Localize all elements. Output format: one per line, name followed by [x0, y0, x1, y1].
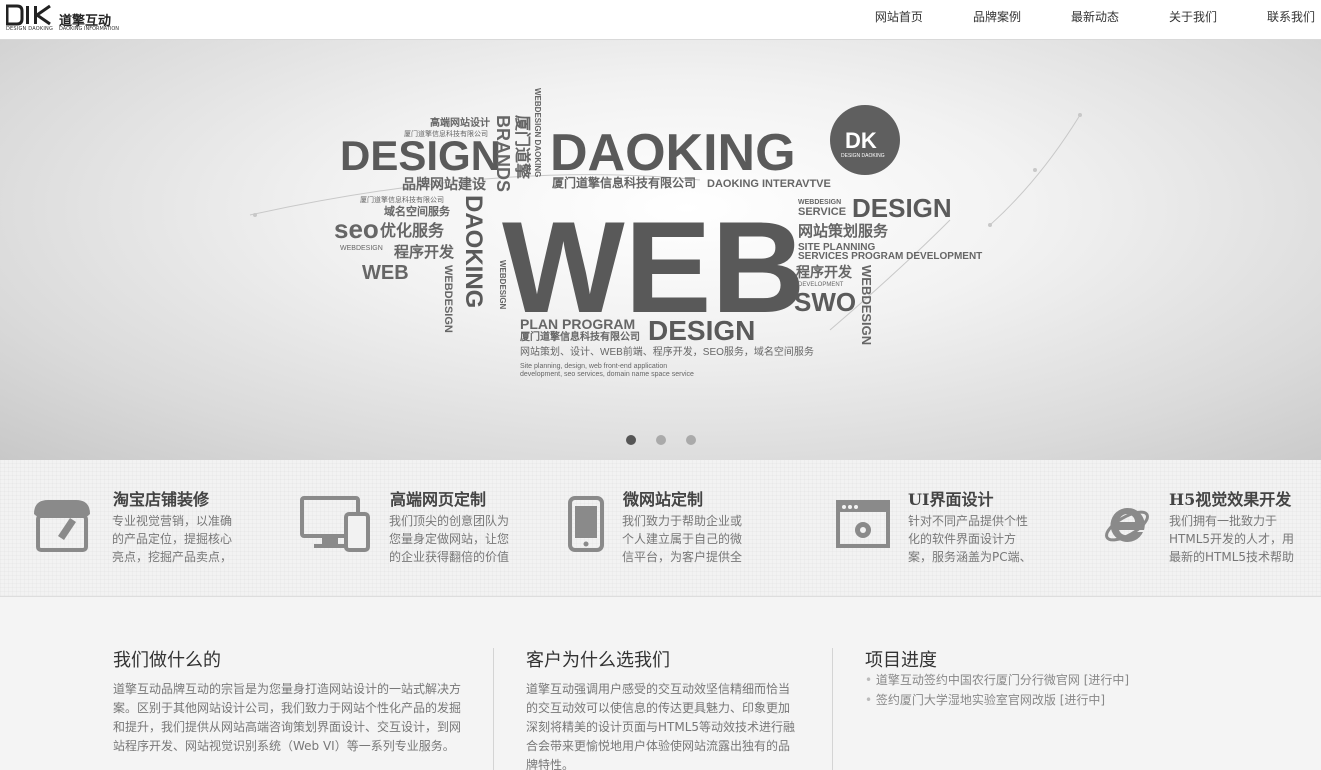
service-title: H5视觉效果开发	[1169, 490, 1292, 509]
service-ui-design[interactable]: UI界面设计 针对不同产品提供个性化的软件界面设计方案，服务涵盖为PC端、电视、…	[836, 460, 1066, 597]
nav-news[interactable]: 最新动态	[1071, 0, 1119, 38]
word-services-dev: SERVICES PROGRAM DEVELOPMENT	[798, 251, 982, 262]
service-h5[interactable]: H5视觉效果开发 我们拥有一批致力于HTML5开发的人才，用最新的HTML5技术…	[1103, 460, 1313, 597]
section-what-we-do: 我们做什么的 道擎互动品牌互动的宗旨是为您量身打造网站设计的一站式解决方案。区别…	[113, 598, 468, 770]
slide-indicators	[0, 435, 1321, 445]
section-text: 道擎互动品牌互动的宗旨是为您量身打造网站设计的一站式解决方案。区别于其他网站设计…	[113, 682, 462, 753]
word-planning-cn: 网站策划服务	[798, 222, 889, 240]
slide-dot-1[interactable]	[625, 435, 636, 445]
browser-window-icon	[836, 500, 890, 548]
header: DESIGN DAOKING 道擎互动 DAOKING INFORMATION …	[0, 0, 1321, 40]
word-webdesign-small: WEBDESIGN	[340, 245, 383, 252]
word-tagline-en-2: development, seo services, domain name s…	[520, 371, 694, 378]
service-title: 高端网页定制	[390, 490, 487, 509]
service-title: 微网站定制	[623, 490, 704, 509]
slide-dot-2[interactable]	[655, 435, 666, 445]
word-program: 程序开发	[394, 243, 455, 261]
word-program-2: 程序开发	[796, 264, 853, 280]
section-text: 道擎互动强调用户感受的交互动效坚信精细而恰当的交互动效可以使信息的传达更具魅力、…	[526, 682, 796, 770]
progress-item[interactable]: 道擎互动签约中国农行厦门分行微官网 [进行中]	[865, 670, 1129, 690]
word-webdesign-vertical-3: WEBDESIGN	[859, 265, 874, 345]
service-desc: 我们顶尖的创意团队为您量身定做网站，让您的企业获得翻倍的价值	[389, 514, 510, 564]
word-cloud: 高端网站设计 厦门道擎信息科技有限公司 DESIGN 品牌网站建设 厦门道擎信息…	[249, 88, 1082, 378]
shop-icon	[34, 500, 90, 552]
service-desc: 针对不同产品提供个性化的软件界面设计方案，服务涵盖为PC端、电视、车	[908, 514, 1032, 564]
word-tagline-en-1: Site planning, design, web front-end app…	[520, 363, 667, 370]
badge-text: DESIGN DAOKING	[841, 153, 885, 159]
section-progress: 项目进度 道擎互动签约中国农行厦门分行微官网 [进行中] 签约厦门大学湿地实验室…	[865, 598, 1265, 770]
word-webdesign-right: WEBDESIGN	[798, 199, 841, 206]
service-desc: 我们拥有一批致力于HTML5开发的人才，用最新的HTML5技术帮助企业实现最	[1169, 514, 1295, 564]
service-web-custom[interactable]: 高端网页定制 我们顶尖的创意团队为您量身定做网站，让您的企业获得翻倍的价值	[300, 460, 530, 597]
word-xiamen-daoqing: 厦门道擎	[513, 115, 532, 180]
section-title: 我们做什么的	[113, 650, 221, 671]
word-company-2: 厦门道擎信息科技有限公司	[520, 330, 640, 343]
progress-item[interactable]: 签约厦门大学湿地实验室官网改版 [进行中]	[865, 690, 1129, 710]
word-company: 厦门道擎信息科技有限公司	[552, 175, 696, 190]
nav-contact[interactable]: 联系我们	[1267, 0, 1315, 38]
word-design-2: DESIGN	[648, 315, 755, 346]
nav-about[interactable]: 关于我们	[1169, 0, 1217, 38]
badge-mark: DK	[845, 128, 877, 153]
divider	[493, 648, 494, 770]
service-title: 淘宝店铺装修	[113, 490, 210, 509]
service-taobao[interactable]: 淘宝店铺装修 专业视觉营销，以准确的产品定位，提掘核心亮点，挖掘产品卖点，	[30, 460, 260, 597]
word-seo-cn: 优化服务	[380, 221, 445, 240]
word-company-small-2: 厦门道擎信息科技有限公司	[360, 195, 444, 204]
word-design-1: DESIGN	[340, 132, 501, 179]
word-interactive: DAOKING INTERAVTVE	[707, 178, 831, 190]
devices-icon	[300, 496, 370, 552]
section-why-us: 客户为什么选我们 道擎互动强调用户感受的交互动效坚信精细而恰当的交互动效可以使信…	[526, 598, 801, 770]
word-design-3: DESIGN	[852, 193, 952, 223]
brand-name-en: DAOKING INFORMATION	[59, 26, 120, 32]
hero-banner[interactable]: 高端网站设计 厦门道擎信息科技有限公司 DESIGN 品牌网站建设 厦门道擎信息…	[0, 40, 1321, 460]
logo-mark-icon	[6, 4, 51, 26]
logo-subtitle: DESIGN DAOKING	[6, 26, 54, 32]
divider	[832, 648, 833, 770]
word-plan-program: PLAN PROGRAM	[520, 316, 635, 332]
word-webdesign-daoking: WEBDESIGN DAOKING	[533, 88, 542, 177]
word-high-end: 高端网站设计	[430, 116, 490, 129]
word-webdesign-vertical: WEBDESIGN	[442, 265, 454, 333]
service-desc: 我们致力于帮助企业或个人建立属于自己的微信平台，为客户提供全新的互动营销	[622, 514, 743, 564]
nav-cases[interactable]: 品牌案例	[973, 0, 1021, 38]
slide-dot-3[interactable]	[685, 435, 696, 445]
section-title: 客户为什么选我们	[526, 650, 670, 671]
word-domain: 域名空间服务	[384, 204, 451, 218]
logo[interactable]: DESIGN DAOKING 道擎互动 DAOKING INFORMATION	[6, 4, 126, 34]
mobile-icon	[568, 496, 604, 552]
word-web-2: WEB	[362, 262, 409, 284]
main-nav: 网站首页 品牌案例 最新动态 关于我们 联系我们	[825, 0, 1315, 38]
nav-home[interactable]: 网站首页	[875, 0, 923, 38]
word-brand-site: 品牌网站建设	[402, 176, 487, 192]
service-desc: 专业视觉营销，以准确的产品定位，提掘核心亮点，挖掘产品卖点，	[112, 514, 233, 564]
word-daoking: DAOKING	[550, 124, 796, 182]
section-title: 项目进度	[865, 650, 937, 671]
ie-browser-icon	[1105, 507, 1149, 542]
word-brands: BRANDS	[493, 115, 513, 192]
services-strip: 淘宝店铺装修 专业视觉营销，以准确的产品定位，提掘核心亮点，挖掘产品卖点， 高端…	[0, 460, 1321, 597]
service-micro-site[interactable]: 微网站定制 我们致力于帮助企业或个人建立属于自己的微信平台，为客户提供全新的互动…	[568, 460, 798, 597]
word-service: SERVICE	[798, 206, 846, 218]
word-daoking-vertical: DAOKING	[460, 195, 487, 308]
word-tagline-cn: 网站策划、设计、WEB前端、程序开发，SEO服务，域名空间服务	[520, 345, 814, 358]
word-seo: seo	[334, 214, 379, 244]
progress-list: 道擎互动签约中国农行厦门分行微官网 [进行中] 签约厦门大学湿地实验室官网改版 …	[865, 670, 1129, 710]
service-title: UI界面设计	[908, 490, 994, 509]
word-swo: SWO	[794, 287, 856, 317]
